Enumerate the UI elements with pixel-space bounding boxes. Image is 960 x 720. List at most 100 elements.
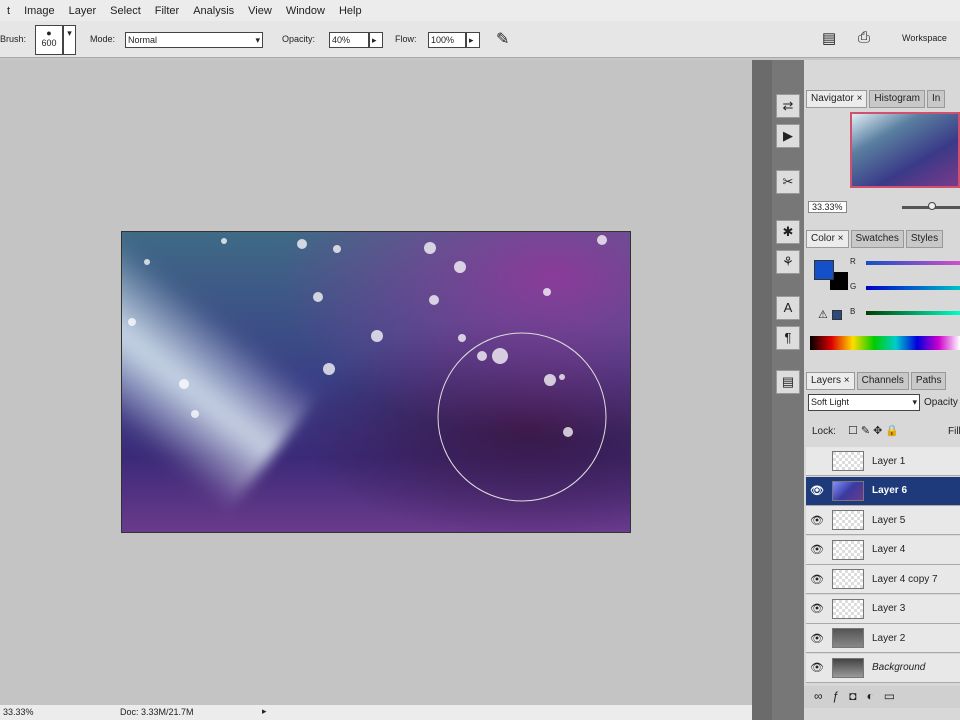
menu-bar: t Image Layer Select Filter Analysis Vie… — [0, 0, 960, 21]
panels: Navigator × Histogram In 33.33% Color × … — [804, 60, 960, 720]
layer-name: Layer 4 copy 7 — [872, 573, 938, 585]
visibility-eye-icon[interactable]: 👁 — [806, 602, 828, 615]
color-tabs: Color × Swatches Styles — [806, 230, 944, 248]
navigator-zoom-thumb[interactable] — [928, 202, 936, 210]
foreground-color-swatch[interactable] — [814, 260, 834, 280]
layer-name: Layer 2 — [872, 632, 906, 644]
menu-view[interactable]: View — [248, 5, 272, 17]
color-ramp[interactable] — [810, 336, 960, 350]
flow-slider-button[interactable]: ▸ — [466, 32, 480, 48]
layer-thumbnail — [832, 657, 864, 678]
layer-name: Layer 3 — [872, 603, 906, 614]
workspace-menu[interactable]: Workspace — [902, 33, 947, 43]
menu-filter[interactable]: Filter — [155, 5, 179, 17]
mode-select[interactable]: Normal ▾ — [125, 32, 263, 48]
doc-size: Doc: 3.33M/21.7M — [120, 707, 194, 717]
tab-color[interactable]: Color × — [806, 230, 849, 248]
menu-image[interactable]: Image — [24, 5, 55, 17]
history-icon[interactable]: ⇄ — [776, 94, 800, 118]
document-image[interactable] — [121, 231, 631, 533]
actions-icon[interactable]: ▶ — [776, 124, 800, 148]
green-slider[interactable] — [866, 286, 960, 290]
status-bar: 33.33% Doc: 3.33M/21.7M ▸ — [0, 705, 752, 720]
visibility-eye-icon[interactable]: 👁 — [806, 661, 828, 674]
palette-well-icon[interactable]: ▤ — [822, 29, 836, 47]
menu-edit[interactable]: t — [7, 5, 10, 17]
chevron-down-icon: ▾ — [912, 397, 917, 407]
layers-footer-buttons[interactable]: ∞ƒ◘◐▭ — [804, 686, 960, 708]
layer-row[interactable]: 👁 Layer 4 copy 7 — [806, 565, 960, 594]
mode-label: Mode: — [90, 34, 116, 44]
navigator-tabs: Navigator × Histogram In — [806, 90, 946, 108]
tab-paths[interactable]: Paths — [910, 372, 947, 390]
opacity-label: Opacity: — [282, 34, 316, 44]
opacity-slider-button[interactable]: ▸ — [369, 32, 383, 48]
visibility-eye-icon[interactable]: 👁 — [806, 573, 828, 586]
flow-input[interactable]: 100% — [428, 32, 466, 48]
menu-analysis[interactable]: Analysis — [193, 5, 234, 17]
tab-swatches[interactable]: Swatches — [850, 230, 904, 248]
brush-size: 600 — [41, 38, 57, 48]
layer-row[interactable]: 👁 Layer 5 — [806, 506, 960, 535]
layer-row[interactable]: 👁 Layer 6 — [806, 476, 960, 506]
blend-mode-value: Soft Light — [811, 397, 850, 407]
blue-slider[interactable] — [866, 311, 960, 315]
visibility-eye-icon[interactable]: 👁 — [806, 543, 828, 556]
layer-name: Background — [872, 662, 926, 673]
brush-dropdown-button[interactable]: ▾ — [63, 25, 76, 55]
visibility-eye-icon[interactable]: 👁 — [806, 514, 828, 527]
layer-thumbnail — [832, 569, 864, 589]
r-label: R — [850, 257, 856, 266]
clone-source-icon[interactable]: ⚘ — [776, 250, 800, 274]
brush-picker[interactable]: ● 600 — [35, 25, 63, 55]
paragraph-icon[interactable]: ¶ — [776, 326, 800, 350]
tab-histogram[interactable]: Histogram — [869, 90, 925, 108]
bridge-icon[interactable]: ⎙ — [858, 29, 870, 46]
bokeh-dots — [128, 235, 607, 502]
blend-mode-select[interactable]: Soft Light ▾ — [808, 394, 920, 411]
layer-row[interactable]: 👁 Layer 4 — [806, 535, 960, 565]
airbrush-icon[interactable]: ✎ — [496, 29, 509, 49]
tab-layers[interactable]: Layers × — [806, 372, 855, 390]
visibility-eye-icon[interactable]: 👁 — [806, 632, 828, 645]
layer-thumbnail — [832, 510, 864, 530]
panel-dock-divider[interactable] — [752, 60, 772, 720]
fill-label: Fill — [948, 426, 960, 437]
menu-select[interactable]: Select — [110, 5, 141, 17]
menu-layer[interactable]: Layer — [69, 5, 97, 17]
layer-name: Layer 4 — [872, 544, 906, 555]
chevron-down-icon: ▾ — [255, 35, 260, 45]
tool-presets-icon[interactable]: ✂ — [776, 170, 800, 194]
layer-thumbnail — [832, 451, 864, 471]
layer-row[interactable]: Layer 1 — [806, 447, 960, 476]
layer-row[interactable]: 👁 Layer 2 — [806, 624, 960, 653]
navigator-zoom[interactable]: 33.33% — [808, 201, 847, 213]
character-icon[interactable]: A — [776, 296, 800, 320]
options-bar: Brush: ● 600 ▾ Mode: Normal ▾ Opacity: 40%… — [0, 21, 960, 58]
gamut-warning-icon[interactable]: ⚠ — [818, 308, 828, 321]
layer-thumbnail — [832, 480, 864, 501]
brushes-icon[interactable]: ✱ — [776, 220, 800, 244]
visibility-eye-icon[interactable]: 👁 — [806, 484, 828, 497]
web-safe-swatch[interactable] — [832, 310, 842, 320]
b-label: B — [850, 307, 856, 316]
tab-styles[interactable]: Styles — [905, 230, 944, 248]
lock-icons[interactable]: ☐✎✥🔒 — [848, 424, 902, 437]
layer-name: Layer 1 — [872, 455, 906, 467]
brush-label: Brush: — [0, 34, 27, 44]
red-slider[interactable] — [866, 261, 960, 265]
status-menu-arrow[interactable]: ▸ — [262, 706, 267, 717]
tab-navigator[interactable]: Navigator × — [806, 90, 868, 108]
layer-comps-icon[interactable]: ▤ — [776, 370, 800, 394]
tab-channels[interactable]: Channels — [856, 372, 909, 390]
layer-row[interactable]: 👁 Layer 3 — [806, 594, 960, 624]
menu-window[interactable]: Window — [286, 5, 325, 17]
opacity-input[interactable]: 40% — [329, 32, 369, 48]
panel-icon-column: ⇄ ▶ ✂ ✱ ⚘ A ¶ ▤ — [772, 60, 804, 720]
layer-row[interactable]: 👁 Background — [806, 653, 960, 683]
zoom-level[interactable]: 33.33% — [3, 707, 34, 717]
menu-help[interactable]: Help — [339, 5, 362, 17]
tab-info[interactable]: In — [927, 90, 946, 108]
navigator-thumbnail[interactable] — [850, 112, 960, 188]
layers-tabs: Layers × Channels Paths — [806, 372, 947, 390]
